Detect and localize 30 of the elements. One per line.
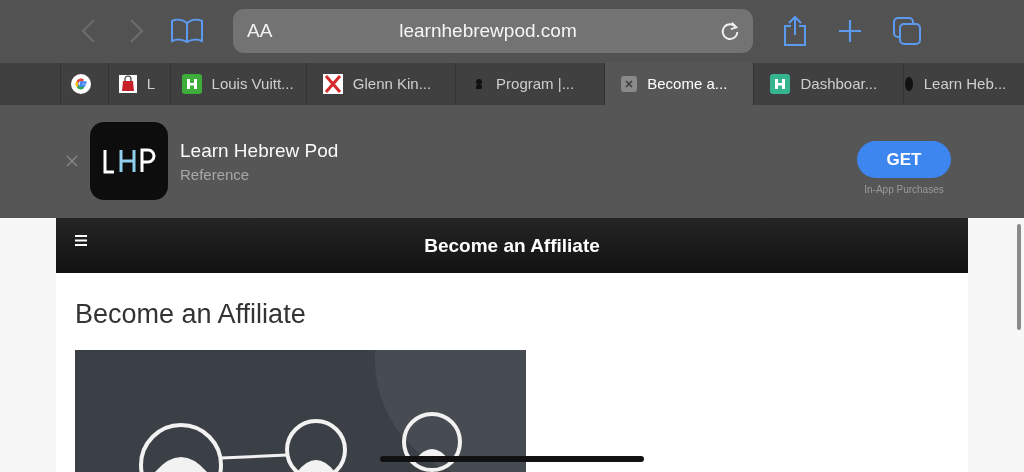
site-icon	[770, 73, 791, 94]
purchase-note: In-App Purchases	[864, 184, 944, 196]
plus-icon[interactable]	[838, 19, 862, 44]
reload-icon[interactable]	[719, 20, 741, 43]
text-size-button[interactable]: AA	[247, 20, 307, 43]
browser-tab[interactable]: L	[107, 62, 170, 105]
site-icon	[181, 73, 202, 94]
app-category: Reference	[180, 165, 251, 183]
browser-tab[interactable]: Dashboar...	[753, 62, 903, 105]
url-text: learnhebrewpod.com	[398, 20, 578, 43]
menu-icon[interactable]	[75, 235, 87, 246]
google-icon	[71, 73, 91, 94]
get-button[interactable]: GET	[857, 141, 951, 179]
app-name: Learn Hebrew Pod	[180, 139, 340, 162]
site-icon	[903, 75, 914, 92]
browser-tab[interactable]: Become a...	[604, 62, 754, 105]
browser-tab[interactable]: Learn Heb...	[902, 62, 1024, 105]
close-icon[interactable]	[66, 155, 78, 168]
shopping-bag-icon	[118, 74, 137, 93]
tabs-icon[interactable]	[892, 16, 922, 47]
page-heading: Become an Affiliate	[75, 299, 307, 330]
browser-tab[interactable]: Louis Vuitt...	[169, 62, 306, 105]
share-icon[interactable]	[782, 15, 808, 48]
address-bar[interactable]: AA learnhebrewpod.com	[233, 9, 753, 54]
cross-icon	[322, 73, 343, 94]
close-icon[interactable]	[621, 75, 638, 92]
app-icon	[90, 122, 168, 201]
header-title: Become an Affiliate	[424, 234, 600, 257]
book-icon[interactable]	[170, 18, 204, 45]
browser-tab[interactable]: Glenn Kin...	[305, 62, 456, 105]
